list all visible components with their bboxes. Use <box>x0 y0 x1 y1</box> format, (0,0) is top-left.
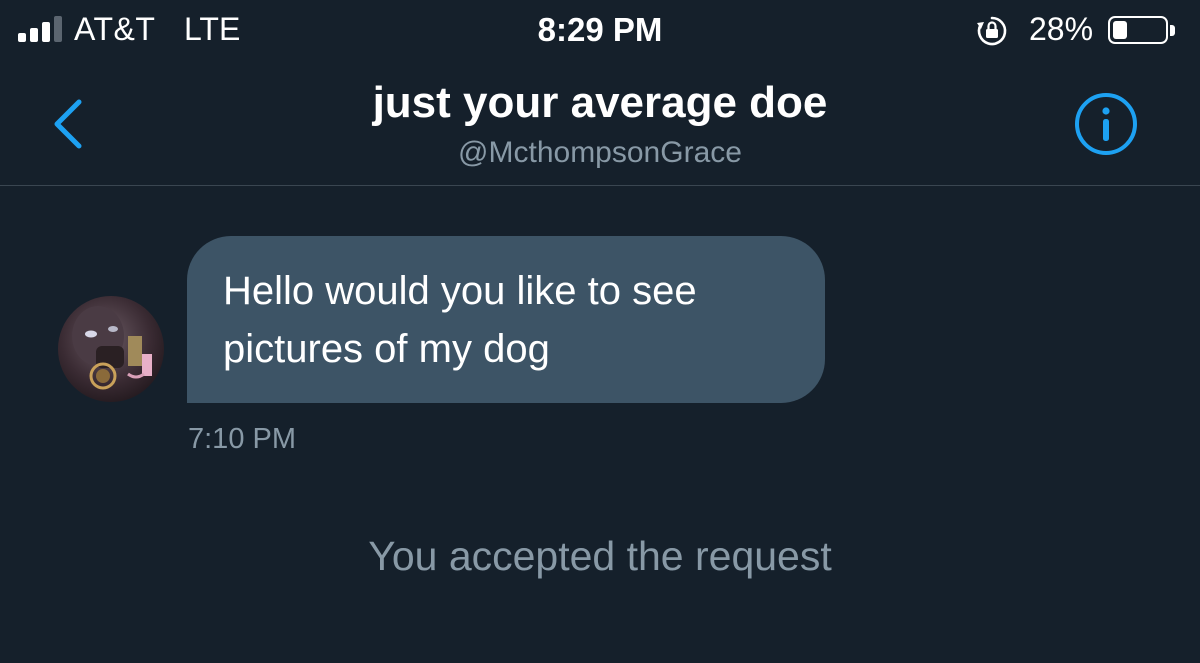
conversation-header: just your average doe @McthompsonGrace <box>0 64 1200 186</box>
status-bar: AT&T LTE 8:29 PM 28% <box>0 0 1200 64</box>
request-accepted-note: You accepted the request <box>368 533 832 579</box>
message-text-line: pictures of my dog <box>223 327 550 371</box>
battery-terminal <box>1170 25 1175 36</box>
avatar[interactable] <box>58 296 164 402</box>
message-bubble[interactable]: Hello would you like to see pictures of … <box>187 236 825 403</box>
message-list: Hello would you like to see pictures of … <box>0 186 1200 663</box>
info-icon[interactable] <box>1072 90 1140 158</box>
message-text-line: Hello would you like to see <box>223 269 697 313</box>
conversation-handle[interactable]: @McthompsonGrace <box>0 136 1200 170</box>
rotation-lock-icon <box>977 16 1007 46</box>
conversation-title[interactable]: just your average doe <box>0 78 1200 128</box>
status-time: 8:29 PM <box>537 11 663 48</box>
battery-level-fill <box>1113 21 1127 39</box>
avatar-image <box>58 296 164 402</box>
message-timestamp: 7:10 PM <box>188 423 296 455</box>
battery-icon <box>1108 16 1168 44</box>
battery-percentage: 28% <box>1029 11 1094 47</box>
